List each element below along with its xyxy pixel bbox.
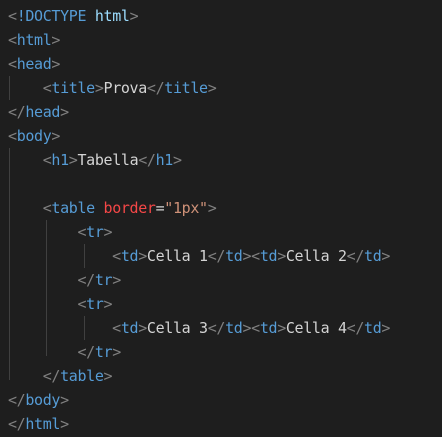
element-text: Cella 4 <box>285 319 347 337</box>
bracket: > <box>103 295 113 313</box>
bracket: > <box>277 247 286 265</box>
code-line-18[interactable]: </html> <box>8 412 69 436</box>
bracket: > <box>129 7 139 25</box>
code-line-13[interactable]: <tr> <box>8 292 112 316</box>
bracket: > <box>207 79 217 97</box>
code-line-7[interactable]: <h1>Tabella</h1> <box>8 148 182 172</box>
doctype-keyword: !DOCTYPE <box>16 7 87 25</box>
bracket: > <box>138 247 147 265</box>
bracket: </ <box>8 391 26 409</box>
bracket: > <box>103 367 113 385</box>
bracket: >< <box>242 319 260 337</box>
tag-name: td <box>364 319 382 337</box>
bracket: </ <box>8 415 26 433</box>
bracket: > <box>60 103 69 121</box>
code-line-1[interactable]: <!DOCTYPE html> <box>8 4 139 28</box>
tag-name: td <box>259 319 278 337</box>
tag-name: table <box>60 367 104 385</box>
bracket: </ <box>146 79 165 97</box>
tag-name: h1 <box>51 151 69 169</box>
element-text: Cella 1 <box>146 247 208 265</box>
tag-name: body <box>16 127 52 145</box>
bracket: > <box>277 319 286 337</box>
tag-name: title <box>51 79 95 97</box>
bracket: < <box>112 319 121 337</box>
bracket: </ <box>77 343 95 361</box>
bracket: </ <box>346 319 365 337</box>
tag-name: html <box>16 31 52 49</box>
code-line-16[interactable]: </table> <box>8 364 113 388</box>
tag-name: td <box>120 319 139 337</box>
bracket: > <box>103 223 113 241</box>
element-text: Cella 3 <box>146 319 208 337</box>
bracket: </ <box>8 103 26 121</box>
tag-name: body <box>25 391 61 409</box>
bracket: > <box>173 151 182 169</box>
tag-name: td <box>364 247 382 265</box>
element-text: Prova <box>103 79 148 97</box>
bracket: </ <box>42 367 61 385</box>
code-line-10[interactable]: <tr> <box>8 220 112 244</box>
tag-name: head <box>16 55 52 73</box>
bracket: > <box>60 391 69 409</box>
code-line-5[interactable]: </head> <box>8 100 69 124</box>
bracket: < <box>8 55 17 73</box>
bracket: > <box>112 271 121 289</box>
tag-name: table <box>51 199 95 217</box>
bracket: < <box>77 295 87 313</box>
bracket: < <box>77 223 87 241</box>
code-line-9[interactable]: <table border="1px"> <box>8 196 217 220</box>
code-line-15[interactable]: </tr> <box>8 340 121 364</box>
tag-name: title <box>164 79 208 97</box>
bracket: > <box>381 247 391 265</box>
bracket: < <box>8 127 17 145</box>
tag-name: head <box>25 103 61 121</box>
code-line-11[interactable]: <td>Cella 1</td><td>Cella 2</td> <box>8 244 390 268</box>
bracket: < <box>8 31 17 49</box>
code-line-12[interactable]: </tr> <box>8 268 121 292</box>
bracket: > <box>207 199 217 217</box>
code-line-3[interactable]: <head> <box>8 52 60 76</box>
bracket: >< <box>242 247 260 265</box>
bracket: > <box>94 79 104 97</box>
doctype-name: html <box>94 7 130 25</box>
bracket: > <box>51 31 61 49</box>
bracket: > <box>381 319 391 337</box>
element-text: Cella 2 <box>285 247 347 265</box>
tag-name: tr <box>86 223 104 241</box>
code-line-2[interactable]: <html> <box>8 28 60 52</box>
tag-name: tr <box>94 271 113 289</box>
bracket: > <box>112 343 121 361</box>
tag-name: tr <box>86 295 104 313</box>
element-text: Tabella <box>77 151 139 169</box>
bracket: </ <box>207 247 226 265</box>
bracket: > <box>51 127 61 145</box>
code-editor[interactable]: <!DOCTYPE html> <html> <head> <title>Pro… <box>0 0 442 437</box>
attribute-value: "1px" <box>164 199 208 217</box>
equals-sign: = <box>155 199 165 217</box>
code-line-4[interactable]: <title>Prova</title> <box>8 76 217 100</box>
bracket: </ <box>346 247 365 265</box>
bracket: > <box>138 319 147 337</box>
bracket: </ <box>138 151 156 169</box>
code-line-14[interactable]: <td>Cella 3</td><td>Cella 4</td> <box>8 316 390 340</box>
attribute-name: border <box>103 199 156 217</box>
code-line-17[interactable]: </body> <box>8 388 69 412</box>
bracket: </ <box>77 271 95 289</box>
bracket: > <box>51 55 61 73</box>
bracket: < <box>112 247 121 265</box>
tag-name: tr <box>94 343 113 361</box>
bracket: > <box>60 415 69 433</box>
tag-name: td <box>225 247 243 265</box>
bracket: </ <box>207 319 226 337</box>
code-line-6[interactable]: <body> <box>8 124 60 148</box>
bracket: < <box>8 7 17 25</box>
tag-name: h1 <box>155 151 174 169</box>
tag-name: html <box>25 415 61 433</box>
tag-name: td <box>225 319 243 337</box>
tag-name: td <box>120 247 139 265</box>
tag-name: td <box>259 247 278 265</box>
